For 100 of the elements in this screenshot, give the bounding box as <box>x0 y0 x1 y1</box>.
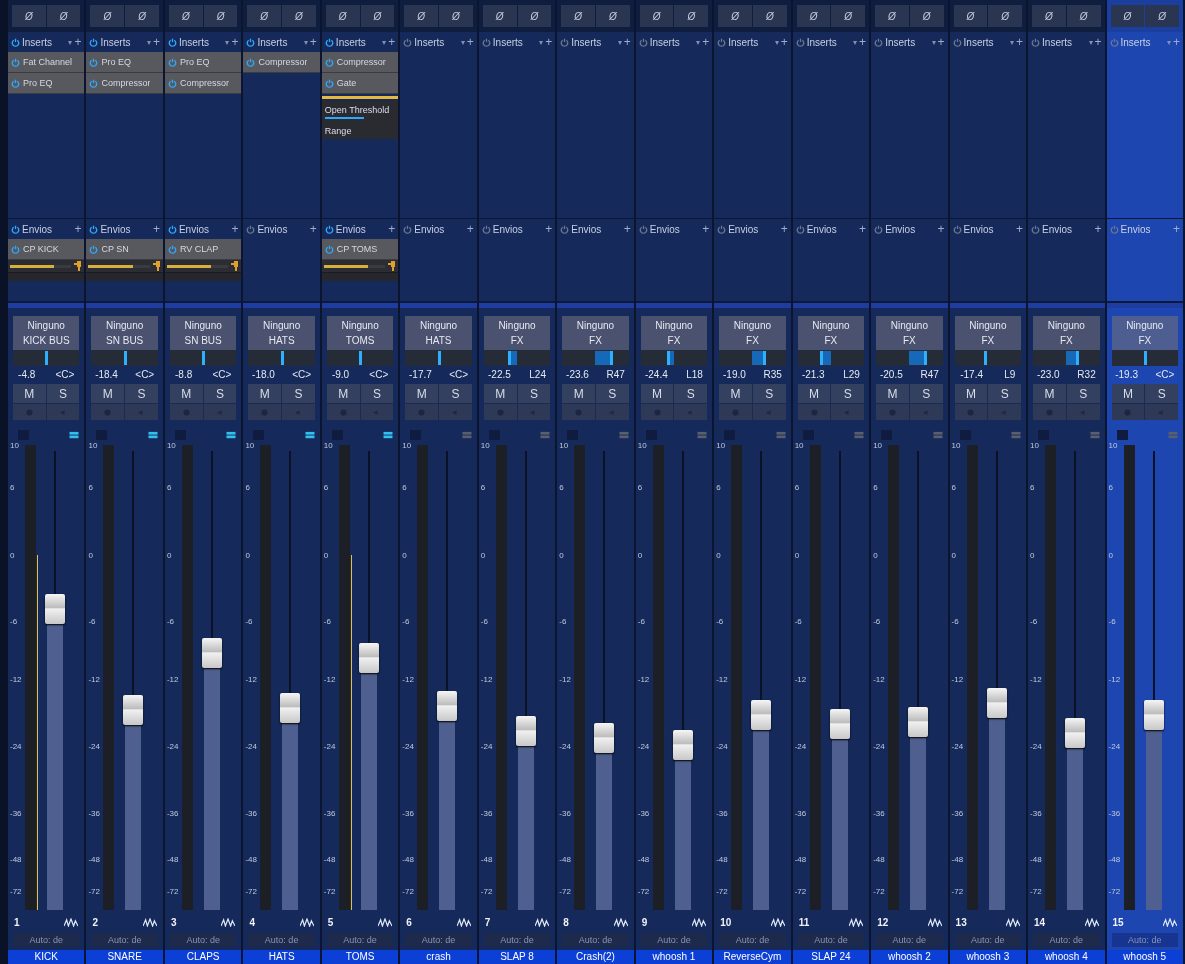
phase-invert-button[interactable]: Ø <box>517 5 552 27</box>
pan-slider[interactable] <box>640 350 708 366</box>
automation-mode[interactable]: Auto: de <box>405 933 472 947</box>
channel-strip[interactable]: Ø Ø Inserts ▾ + Envios + Ninguno FX -21.3 L29 M S 10 6 0 -6 -12 -24 -36 -48 -72 11 Auto: de SLAP 24 <box>792 0 872 964</box>
inserts-menu[interactable]: ▾ <box>146 37 151 47</box>
add-send[interactable]: + <box>309 222 317 236</box>
mute-button[interactable]: M <box>405 384 439 403</box>
power-icon[interactable] <box>638 37 648 47</box>
solo-button[interactable]: S <box>203 384 237 403</box>
phase-invert-button[interactable]: Ø <box>439 5 473 27</box>
phase-invert-button[interactable]: Ø <box>561 5 595 27</box>
mute-button[interactable]: M <box>876 384 909 403</box>
send-level-slider[interactable] <box>166 264 229 268</box>
mute-button[interactable]: M <box>91 384 125 403</box>
meter-toggle-icon[interactable] <box>1089 430 1100 440</box>
mute-button[interactable]: M <box>1033 384 1066 403</box>
clip-indicator[interactable] <box>567 430 579 440</box>
add-send[interactable]: + <box>1094 222 1102 236</box>
insert-slot[interactable]: Fat Channel <box>8 52 85 73</box>
channel-name[interactable]: KICK <box>8 950 85 964</box>
power-icon[interactable] <box>403 37 413 47</box>
routing-selector[interactable]: Ninguno FX <box>483 316 551 350</box>
phase-invert-button[interactable]: Ø <box>247 5 282 27</box>
channel-strip[interactable]: Ø Ø Inserts ▾ + Pro EQ Compressor Envios + CP SN Ninguno SN BUS -18.4 <C> M S 10 6 0 -6 -12 -24 -36 -48 -72 2 Auto: de SNARE <box>86 0 165 964</box>
fader-handle[interactable] <box>1065 718 1086 749</box>
pre-post-icon[interactable] <box>74 261 83 271</box>
mute-button[interactable]: M <box>483 384 517 403</box>
add-insert[interactable]: + <box>702 35 710 49</box>
add-send[interactable]: + <box>466 222 474 236</box>
add-send[interactable]: + <box>152 222 160 236</box>
automation-mode[interactable]: Auto: de <box>954 933 1022 947</box>
mute-button[interactable]: M <box>1111 384 1145 403</box>
phase-invert-button[interactable]: Ø <box>90 5 125 27</box>
fader-handle[interactable] <box>280 693 301 724</box>
automation-mode[interactable]: Auto: de <box>876 933 943 947</box>
channel-name[interactable]: HATS <box>243 950 320 964</box>
phase-invert-button[interactable]: Ø <box>909 5 944 27</box>
routing-selector[interactable]: Ninguno FX <box>640 316 708 350</box>
power-icon[interactable] <box>952 37 962 47</box>
channel-strip[interactable]: Ø Ø Inserts ▾ + Pro EQ Compressor Envios + RV CLAP Ninguno SN BUS -8.8 <C> M S 10 6 0 -6 -12 -24 -36 -48 -72 3 Auto: de CLAPS <box>164 0 244 964</box>
channel-name[interactable]: ReverseCym <box>714 950 791 964</box>
waveform-icon[interactable] <box>299 917 314 927</box>
phase-invert-button[interactable]: Ø <box>203 5 238 27</box>
power-icon[interactable] <box>167 57 177 67</box>
waveform-icon[interactable] <box>456 917 471 927</box>
solo-button[interactable]: S <box>752 384 786 403</box>
channel-strip[interactable]: Ø Ø Inserts ▾ + Envios + Ninguno FX -23.6 R47 M S 10 6 0 -6 -12 -24 -36 -48 -72 8 Auto: de Crash(2) <box>557 0 636 964</box>
fader-handle[interactable] <box>45 594 65 625</box>
power-icon[interactable] <box>11 78 20 88</box>
inserts-menu[interactable]: ▾ <box>1088 37 1093 47</box>
send-pan-slider[interactable] <box>8 272 85 281</box>
channel-name[interactable]: CLAPS <box>164 950 242 964</box>
automation-mode[interactable]: Auto: de <box>248 933 315 947</box>
add-send[interactable]: + <box>859 222 867 236</box>
meter-toggle-icon[interactable] <box>1168 430 1178 440</box>
meter-toggle-icon[interactable] <box>226 430 237 440</box>
phase-invert-button[interactable]: Ø <box>752 5 787 27</box>
add-insert[interactable]: + <box>152 35 160 49</box>
automation-mode[interactable]: Auto: de <box>1111 933 1178 947</box>
waveform-icon[interactable] <box>1084 917 1099 927</box>
routing-selector[interactable]: Ninguno FX <box>1033 316 1100 350</box>
insert-slot[interactable]: Pro EQ <box>164 52 242 73</box>
pan-slider[interactable] <box>13 350 80 366</box>
add-insert[interactable]: + <box>780 35 788 49</box>
inserts-menu[interactable]: ▾ <box>1010 37 1015 47</box>
pan-slider[interactable] <box>248 350 315 366</box>
power-icon[interactable] <box>89 37 99 47</box>
add-insert[interactable]: + <box>859 35 867 49</box>
solo-button[interactable]: S <box>909 384 943 403</box>
add-send[interactable]: + <box>623 222 631 236</box>
pan-slider[interactable] <box>169 350 237 366</box>
inserts-menu[interactable]: ▾ <box>931 37 936 47</box>
meter-toggle-icon[interactable] <box>540 430 551 440</box>
insert-slot[interactable]: Compressor <box>164 73 242 94</box>
add-insert[interactable]: + <box>1094 35 1102 49</box>
insert-slot[interactable]: Pro EQ <box>86 52 163 73</box>
add-send[interactable]: + <box>702 222 710 236</box>
meter-toggle-icon[interactable] <box>147 430 158 440</box>
channel-strip[interactable]: Ø Ø Inserts ▾ + Compressor Envios + Ninguno HATS -18.0 <C> M S 10 6 0 -6 -12 -24 -36 -48 -72 4 Auto: de HATS <box>243 0 322 964</box>
inserts-menu[interactable]: ▾ <box>774 37 779 47</box>
pan-slider[interactable] <box>1033 350 1100 366</box>
record-button[interactable] <box>1111 404 1145 420</box>
phase-invert-button[interactable]: Ø <box>875 5 909 27</box>
routing-selector[interactable]: Ninguno HATS <box>248 316 315 350</box>
mute-button[interactable]: M <box>797 384 831 403</box>
solo-button[interactable]: S <box>1145 384 1178 403</box>
inserts-menu[interactable]: ▾ <box>382 37 387 47</box>
solo-button[interactable]: S <box>360 384 394 403</box>
channel-name[interactable]: whoosh 3 <box>949 950 1027 964</box>
meter-toggle-icon[interactable] <box>697 430 708 440</box>
pan-slider[interactable] <box>954 350 1022 366</box>
phase-invert-button[interactable]: Ø <box>1110 5 1145 27</box>
phase-invert-button[interactable]: Ø <box>482 5 517 27</box>
channel-name[interactable]: whoosh 5 <box>1106 950 1183 964</box>
power-icon[interactable] <box>481 224 491 234</box>
meter-toggle-icon[interactable] <box>304 430 315 440</box>
add-send[interactable]: + <box>388 222 396 236</box>
power-icon[interactable] <box>952 224 962 234</box>
inserts-menu[interactable]: ▾ <box>303 37 308 47</box>
pan-slider[interactable] <box>797 350 865 366</box>
